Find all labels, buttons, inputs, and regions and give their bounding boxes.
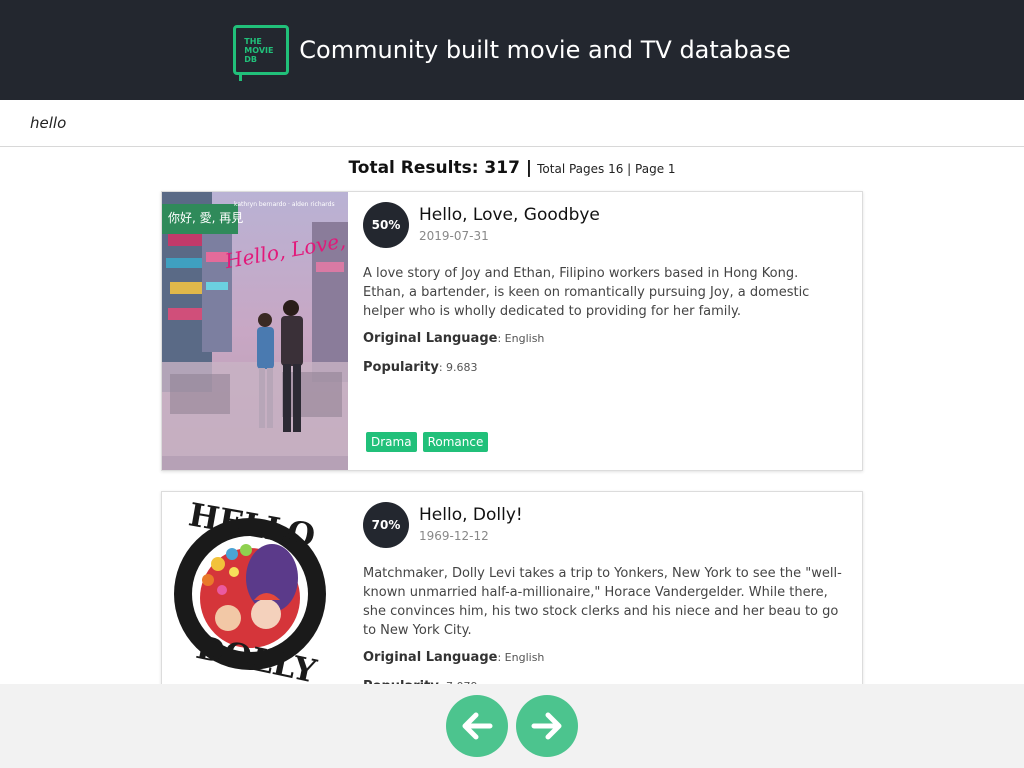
rating-badge: 50% <box>363 202 409 248</box>
total-results: Total Results: 317 | <box>348 158 533 178</box>
poster-cast: kathryn bernardo · alden richards <box>234 201 335 208</box>
results-summary: Total Results: 317 | Total Pages 16 | Pa… <box>0 158 1024 178</box>
tmdb-logo[interactable]: THE MOVIE DB <box>233 25 290 81</box>
arrow-left-icon <box>462 712 493 740</box>
poster-hello-love-goodbye: 你好, 愛, 再見 kathryn bernardo · alden richa… <box>162 192 348 470</box>
original-language: Original Language: English <box>363 650 842 665</box>
original-language-label: Original Language <box>363 331 498 346</box>
next-page-button[interactable] <box>516 695 578 757</box>
original-language-value: : English <box>497 332 545 345</box>
site-header: THE MOVIE DB Community built movie and T… <box>0 0 1024 100</box>
logo-line-1: THE <box>244 36 262 46</box>
logo-line-2: MOVIE <box>244 45 274 55</box>
arrow-right-icon <box>531 712 562 740</box>
genre-tag-drama[interactable]: Drama <box>366 432 417 452</box>
genre-tag-romance[interactable]: Romance <box>422 432 489 452</box>
pagination-bar <box>0 684 1024 768</box>
movie-title[interactable]: Hello, Love, Goodbye <box>419 205 600 225</box>
original-language-value: : English <box>497 651 545 664</box>
release-date: 1969-12-12 <box>419 529 489 543</box>
original-language: Original Language: English <box>363 331 842 346</box>
original-language-label: Original Language <box>363 650 498 665</box>
logo-speech-tail <box>239 72 249 81</box>
popularity-label: Popularity <box>363 360 439 375</box>
movie-overview: Matchmaker, Dolly Levi takes a trip to Y… <box>363 566 842 638</box>
brand[interactable]: THE MOVIE DB Community built movie and T… <box>233 25 791 81</box>
poster-chinese-title: 你好, 愛, 再見 <box>168 211 243 225</box>
rating-badge: 70% <box>363 502 409 548</box>
movie-poster[interactable]: 你好, 愛, 再見 kathryn bernardo · alden richa… <box>162 192 348 470</box>
movie-title[interactable]: Hello, Dolly! <box>419 505 523 525</box>
previous-page-button[interactable] <box>446 695 508 757</box>
movie-details: 50% Hello, Love, Goodbye 2019-07-31 A lo… <box>348 192 862 470</box>
popularity-value: : 9.683 <box>438 361 478 374</box>
popularity: Popularity: 9.683 <box>363 360 842 375</box>
page-info: Total Pages 16 | Page 1 <box>537 162 676 176</box>
search-input[interactable] <box>30 114 630 132</box>
site-title: Community built movie and TV database <box>299 36 791 64</box>
genre-list: Drama Romance <box>366 432 489 452</box>
logo-line-3: DB <box>244 54 258 64</box>
movie-overview: A love story of Joy and Ethan, Filipino … <box>363 266 810 319</box>
release-date: 2019-07-31 <box>419 229 489 243</box>
search-bar <box>0 100 1024 147</box>
movie-card[interactable]: 你好, 愛, 再見 kathryn bernardo · alden richa… <box>161 191 863 471</box>
